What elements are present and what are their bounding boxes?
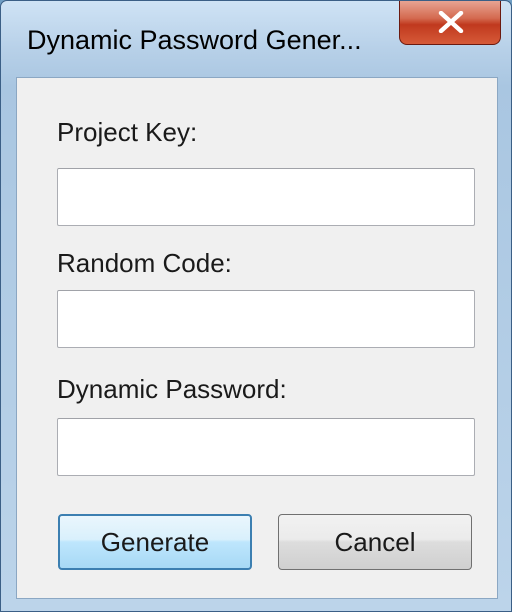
dialog-window: Dynamic Password Gener... Project Key: R… — [0, 0, 512, 612]
generate-button[interactable]: Generate — [58, 514, 252, 570]
close-button[interactable] — [399, 1, 501, 45]
close-x-icon — [438, 11, 464, 33]
window-title: Dynamic Password Gener... — [27, 25, 362, 55]
dynamic-password-input[interactable] — [57, 418, 475, 476]
random-code-label: Random Code: — [57, 248, 232, 278]
dialog-body: Project Key: Random Code: Dynamic Passwo… — [16, 77, 498, 599]
cancel-button[interactable]: Cancel — [278, 514, 472, 570]
random-code-input[interactable] — [57, 290, 475, 348]
project-key-label: Project Key: — [57, 117, 198, 147]
title-bar[interactable]: Dynamic Password Gener... — [1, 1, 511, 77]
dynamic-password-label: Dynamic Password: — [57, 374, 287, 404]
project-key-input[interactable] — [57, 168, 475, 226]
